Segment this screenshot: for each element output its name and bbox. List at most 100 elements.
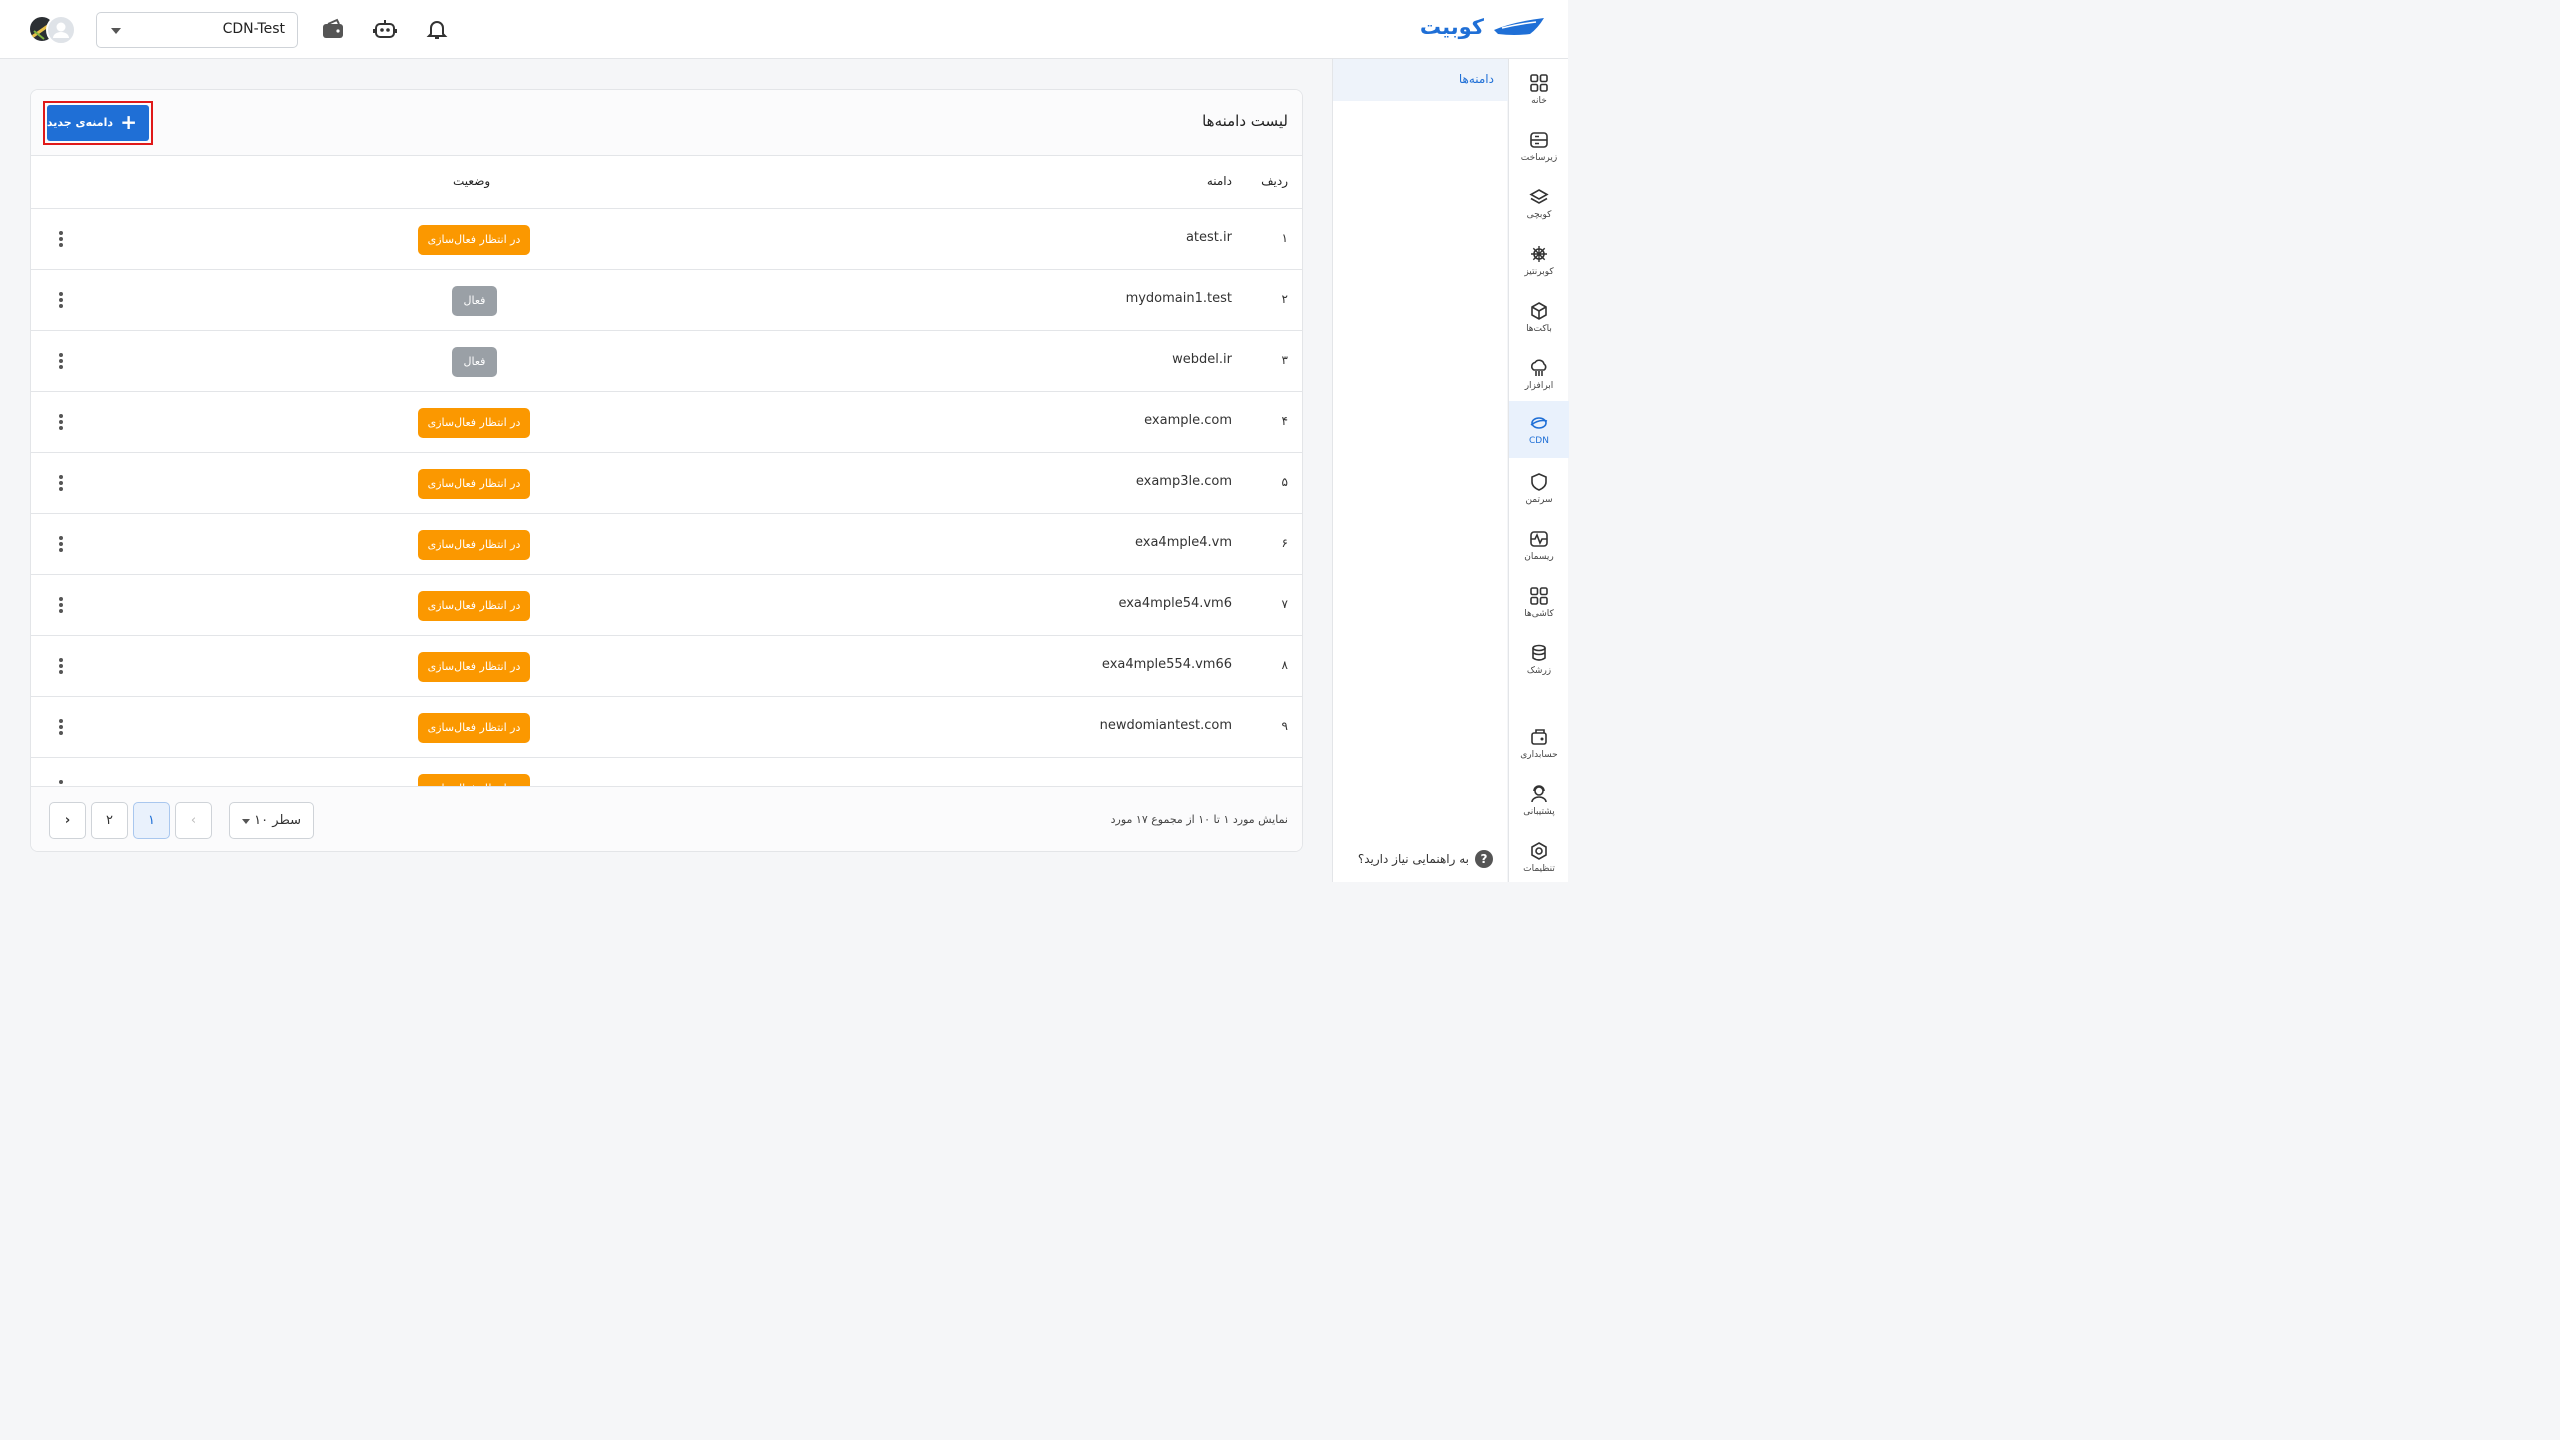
sidebar-item-label: ریسمان	[1524, 552, 1554, 562]
notification-bell-icon[interactable]	[424, 16, 450, 42]
sidebar-item-label: باکت‌ها	[1526, 324, 1552, 334]
add-domain-button[interactable]: + دامنه‌ی جدید	[47, 105, 149, 141]
add-domain-label: دامنه‌ی جدید	[46, 116, 113, 129]
row-domain[interactable]: mydomain1.test	[1126, 291, 1232, 306]
page-button-1[interactable]: ۱	[133, 802, 170, 839]
project-select[interactable]: CDN-Test	[96, 12, 298, 48]
sidebar-item-label: پشتیبانی	[1523, 807, 1555, 817]
rows-per-page-select[interactable]: ۱۰ سطر	[229, 802, 314, 839]
row-menu-icon[interactable]	[55, 778, 67, 786]
status-badge: در انتظار فعال‌سازی	[418, 408, 530, 438]
sidebar-item-sartaman[interactable]: سرتمن	[1509, 466, 1569, 522]
sidebar-item-tiles[interactable]: کاشی‌ها	[1509, 580, 1569, 636]
table-row[interactable]: ۶ exa4mple4.vm در انتظار فعال‌سازی	[31, 514, 1302, 575]
server-icon	[1530, 132, 1548, 148]
status-badge: فعال	[452, 286, 497, 316]
user-menu[interactable]	[28, 15, 78, 45]
row-menu-icon[interactable]	[55, 534, 67, 554]
row-menu-icon[interactable]	[55, 351, 67, 371]
pulse-icon	[1530, 531, 1548, 547]
row-menu-icon[interactable]	[55, 656, 67, 676]
sidebar-item-cdn[interactable]: CDN	[1509, 401, 1569, 458]
row-menu-icon[interactable]	[55, 290, 67, 310]
row-index: ۶	[1281, 536, 1288, 550]
row-menu-icon[interactable]	[55, 229, 67, 249]
status-badge: در انتظار فعال‌سازی	[418, 469, 530, 499]
column-header-index: ردیف	[1261, 174, 1288, 188]
sidebar-item-support[interactable]: پشتیبانی	[1509, 778, 1569, 834]
table-row[interactable]: ۷ exa4mple54.vm6 در انتظار فعال‌سازی	[31, 575, 1302, 636]
table-row[interactable]: ۴ example.com در انتظار فعال‌سازی	[31, 392, 1302, 453]
row-domain[interactable]: examp3le.com	[1136, 474, 1232, 489]
subnav-item-domains[interactable]: دامنه‌ها	[1333, 59, 1508, 101]
table-row[interactable]: ۱ atest.ir در انتظار فعال‌سازی	[31, 209, 1302, 270]
project-select-value: CDN-Test	[222, 21, 285, 37]
row-domain[interactable]: exa4mple54.vm6	[1118, 596, 1232, 611]
row-index: ۱	[1281, 231, 1288, 245]
sidebar-item-infrastructure[interactable]: زیرساخت	[1509, 124, 1569, 180]
logo-boat-icon	[1494, 18, 1544, 35]
sidebar-item-label: سرتمن	[1525, 495, 1553, 505]
table-row[interactable]: ۹ newdomiantest.com در انتظار فعال‌سازی	[31, 697, 1302, 758]
status-badge: در انتظار فعال‌سازی	[418, 591, 530, 621]
table-row[interactable]: ۳ webdel.ir فعال	[31, 331, 1302, 392]
row-domain[interactable]: exa4mple554.vm66	[1102, 657, 1232, 672]
table-row[interactable]: ۲ mydomain1.test فعال	[31, 270, 1302, 331]
sidebar-item-label: زیرساخت	[1520, 153, 1558, 163]
sidebar-item-label: کوبرنتیز	[1524, 267, 1554, 277]
table-row[interactable]: در انتظار فعال‌سازی	[31, 758, 1302, 786]
card-header: لیست دامنه‌ها + دامنه‌ی جدید	[31, 90, 1302, 156]
chevron-down-icon	[111, 28, 121, 34]
sidebar-item-cloud-software[interactable]: ابرافزار	[1509, 352, 1569, 408]
helm-icon	[1531, 246, 1547, 262]
tiles-icon	[1530, 587, 1548, 605]
stack-icon	[1532, 644, 1546, 661]
box-icon	[1531, 302, 1547, 320]
sidebar-item-risman[interactable]: ریسمان	[1509, 523, 1569, 579]
sidebar-item-label: ابرافزار	[1524, 381, 1554, 391]
layers-icon	[1529, 189, 1549, 204]
row-menu-icon[interactable]	[55, 717, 67, 737]
column-header-status: وضعیت	[453, 174, 491, 188]
sidebar-item-zereshk[interactable]: زرشک	[1509, 637, 1569, 693]
table-row[interactable]: ۸ exa4mple554.vm66 در انتظار فعال‌سازی	[31, 636, 1302, 697]
row-domain[interactable]: atest.ir	[1186, 230, 1232, 245]
wallet-icon[interactable]	[320, 16, 346, 42]
sidebar-item-settings[interactable]: تنظیمات	[1509, 835, 1569, 891]
sidebar-item-accounting[interactable]: حسابداری	[1509, 721, 1569, 777]
sidebar-item-label: CDN	[1529, 436, 1549, 446]
top-bar: کوبیت CDN-Test	[0, 0, 1568, 59]
row-domain[interactable]: webdel.ir	[1172, 352, 1232, 367]
logo[interactable]: کوبیت	[1420, 15, 1546, 39]
sidebar-item-home[interactable]: خانه	[1509, 67, 1569, 123]
status-badge: در انتظار فعال‌سازی	[418, 713, 530, 743]
page-button-2[interactable]: ۲	[91, 802, 128, 839]
row-domain[interactable]: example.com	[1144, 413, 1232, 428]
status-badge: در انتظار فعال‌سازی	[418, 225, 530, 255]
row-menu-icon[interactable]	[55, 412, 67, 432]
sidebar-item-label: کوبچی	[1526, 210, 1552, 220]
sidebar-item-label: کاشی‌ها	[1524, 609, 1554, 619]
robot-icon[interactable]	[372, 16, 398, 42]
table-row[interactable]: ۵ examp3le.com در انتظار فعال‌سازی	[31, 453, 1302, 514]
prev-page-button[interactable]: ‹	[175, 802, 212, 839]
table-header: ردیف دامنه وضعیت	[31, 156, 1302, 209]
row-menu-icon[interactable]	[55, 473, 67, 493]
sidebar-item-label: زرشک	[1526, 666, 1552, 676]
table-body: ۱ atest.ir در انتظار فعال‌سازی ۲ mydomai…	[31, 209, 1302, 786]
row-index: ۲	[1281, 292, 1288, 306]
sidebar-item-label: تنظیمات	[1523, 864, 1555, 874]
row-menu-icon[interactable]	[55, 595, 67, 615]
sidebar-item-kubernetes[interactable]: کوبرنتیز	[1509, 238, 1569, 294]
sidebar-item-buckets[interactable]: باکت‌ها	[1509, 295, 1569, 351]
next-page-button[interactable]: ›	[49, 802, 86, 839]
row-domain[interactable]: newdomiantest.com	[1100, 718, 1232, 733]
page-title: لیست دامنه‌ها	[1202, 112, 1288, 130]
sidebar-item-koobchi[interactable]: کوبچی	[1509, 181, 1569, 237]
pagination-bar: نمایش مورد ۱ تا ۱۰ از مجموع ۱۷ مورد ۱۰ س…	[31, 786, 1302, 851]
row-index: ۵	[1281, 475, 1288, 489]
subnav-item-label: دامنه‌ها	[1458, 72, 1494, 86]
side-nav: خانه زیرساخت کوبچی کوبرنتیز باکت‌ها ابرا…	[1508, 59, 1569, 882]
help-link[interactable]: به راهنمایی نیاز دارید؟ ?	[1358, 850, 1493, 868]
row-domain[interactable]: exa4mple4.vm	[1135, 535, 1232, 550]
